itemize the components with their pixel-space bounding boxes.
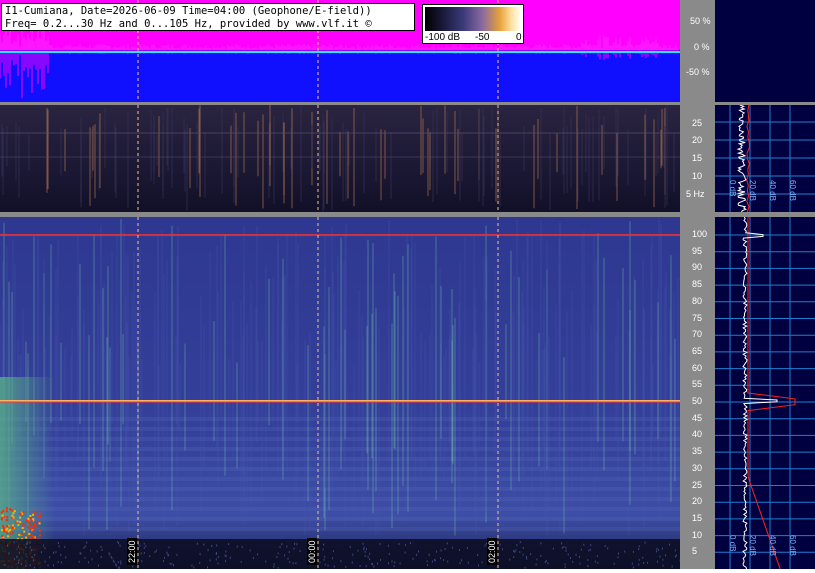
main-tick-50: 50 bbox=[692, 396, 702, 406]
info-line-1: I1-Cumiana, Date=2026-06-09 Time=04:00 (… bbox=[5, 5, 411, 18]
main-tick-65: 65 bbox=[692, 346, 702, 356]
main-tick-60: 60 bbox=[692, 363, 702, 373]
lf-db-label-60: 60 dB bbox=[788, 180, 797, 201]
main-db-label-60: 60 dB bbox=[788, 535, 797, 556]
lf-db-label-20: 20 dB bbox=[748, 180, 757, 201]
main-db-label-20: 20 dB bbox=[748, 535, 757, 556]
low-freq-spectrogram-graph bbox=[0, 105, 680, 212]
lf-db-label-40: 40 dB bbox=[768, 180, 777, 201]
legend-label-max: 0 bbox=[516, 32, 522, 43]
main-spectrogram-graph bbox=[0, 217, 680, 569]
main-tick-95: 95 bbox=[692, 246, 702, 256]
info-line-2: Freq= 0.2...30 Hz and 0...105 Hz, provid… bbox=[5, 18, 411, 31]
main-spectrogram: 22:00 00:00 02:00 bbox=[0, 217, 680, 569]
lf-tick-25: 25 bbox=[692, 118, 702, 128]
main-tick-90: 90 bbox=[692, 262, 702, 272]
time-label-0200: 02:00 bbox=[487, 538, 497, 565]
main-tick-10: 10 bbox=[692, 530, 702, 540]
main-tick-55: 55 bbox=[692, 379, 702, 389]
main-tick-40: 40 bbox=[692, 429, 702, 439]
low-freq-spectrum-plot: 0 dB 20 dB 40 dB 60 dB bbox=[715, 105, 815, 212]
amp-tick-0: 0 % bbox=[694, 42, 710, 52]
info-box: I1-Cumiana, Date=2026-06-09 Time=04:00 (… bbox=[1, 3, 415, 31]
main-tick-70: 70 bbox=[692, 329, 702, 339]
main-tick-80: 80 bbox=[692, 296, 702, 306]
lf-tick-20: 20 bbox=[692, 135, 702, 145]
lf-tick-15: 15 bbox=[692, 153, 702, 163]
lf-db-label-0: 0 dB bbox=[728, 180, 737, 196]
low-freq-spectrogram bbox=[0, 105, 680, 212]
color-legend: -100 dB -50 0 bbox=[422, 4, 524, 44]
amp-tick-minus50: -50 % bbox=[686, 67, 710, 77]
amplitude-band-right bbox=[525, 20, 680, 42]
main-tick-20: 20 bbox=[692, 496, 702, 506]
legend-label-mid: -50 bbox=[475, 32, 489, 43]
main-db-label-0: 0 dB bbox=[728, 535, 737, 551]
amp-tick-50: 50 % bbox=[690, 16, 711, 26]
time-label-2200: 22:00 bbox=[127, 538, 137, 565]
time-label-0000: 00:00 bbox=[307, 538, 317, 565]
color-legend-bar bbox=[425, 7, 521, 31]
main-tick-75: 75 bbox=[692, 313, 702, 323]
main-average-trace bbox=[748, 217, 795, 569]
main-tick-85: 85 bbox=[692, 279, 702, 289]
main-spectrum-svg bbox=[715, 217, 815, 569]
main-tick-15: 15 bbox=[692, 513, 702, 523]
main-tick-45: 45 bbox=[692, 413, 702, 423]
legend-label-min: -100 dB bbox=[425, 32, 460, 43]
main-tick-100: 100 bbox=[692, 229, 707, 239]
lf-tick-5: 5 Hz bbox=[686, 189, 705, 199]
amplitude-axis: 50 % 0 % -50 % bbox=[680, 0, 715, 102]
main-tick-25: 25 bbox=[692, 480, 702, 490]
main-freq-axis: 100 95 90 85 80 75 70 65 60 55 50 45 40 35 30 25 20 15 10 5 bbox=[680, 217, 715, 569]
main-spectrum-plot: 0 dB 20 dB 40 dB 60 dB bbox=[715, 217, 815, 569]
main-tick-5: 5 bbox=[692, 546, 697, 556]
low-freq-axis: 25 20 15 10 5 Hz bbox=[680, 105, 715, 212]
side-panel-top bbox=[715, 0, 815, 102]
main-db-label-40: 40 dB bbox=[768, 535, 777, 556]
lf-tick-10: 10 bbox=[692, 171, 702, 181]
main-tick-30: 30 bbox=[692, 463, 702, 473]
main-tick-35: 35 bbox=[692, 446, 702, 456]
